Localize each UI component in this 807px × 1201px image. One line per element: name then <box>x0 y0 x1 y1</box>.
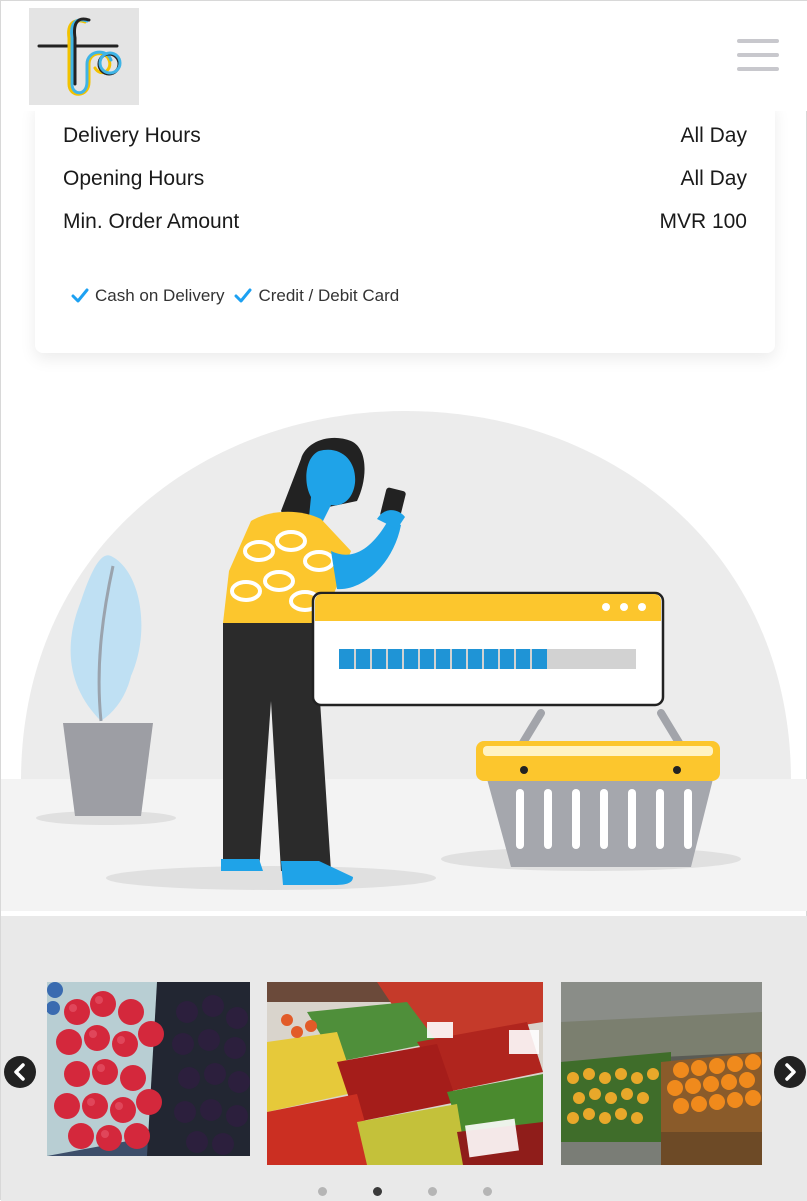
carousel-next-button[interactable] <box>774 1056 806 1088</box>
payment-methods: Cash on Delivery Credit / Debit Card <box>71 284 409 308</box>
payment-card: Credit / Debit Card <box>234 286 399 306</box>
payment-cash: Cash on Delivery <box>71 286 224 306</box>
checkmark-icon <box>234 288 252 303</box>
site-logo[interactable] <box>29 8 139 105</box>
checkmark-icon <box>71 288 89 303</box>
chevron-left-icon <box>14 1063 25 1081</box>
site-header <box>1 1 807 111</box>
payment-cash-label: Cash on Delivery <box>95 286 225 305</box>
payment-card-label: Credit / Debit Card <box>258 286 400 305</box>
delivery-hours-value: All Day <box>680 124 747 147</box>
carousel-prev-button[interactable] <box>4 1056 36 1088</box>
min-order-label: Min. Order Amount <box>63 210 240 233</box>
slide-fruit-stall[interactable] <box>561 982 762 1165</box>
hamburger-menu-icon[interactable] <box>734 37 782 73</box>
delivery-hours-row: Delivery Hours All Day <box>63 124 747 154</box>
carousel-dot[interactable] <box>483 1187 492 1196</box>
shopping-illustration <box>1 401 807 911</box>
slide-raspberries-blackberries[interactable] <box>47 982 250 1156</box>
raspberries-blackberries-photo <box>47 982 250 1156</box>
min-order-row: Min. Order Amount MVR 100 <box>63 210 747 240</box>
min-order-value: MVR 100 <box>659 210 747 233</box>
carousel-pagination <box>1 1187 807 1197</box>
opening-hours-label: Opening Hours <box>63 167 205 190</box>
store-info-card: Delivery Hours All Day Opening Hours All… <box>35 101 775 353</box>
product-gallery-carousel <box>1 916 807 1201</box>
peppers-market-photo <box>267 982 543 1165</box>
carousel-dot[interactable] <box>318 1187 327 1196</box>
opening-hours-value: All Day <box>680 167 747 190</box>
carousel-dot[interactable] <box>428 1187 437 1196</box>
chevron-right-icon <box>785 1063 796 1081</box>
slide-peppers-market[interactable] <box>267 982 543 1165</box>
carousel-dot[interactable] <box>373 1187 382 1196</box>
delivery-hours-label: Delivery Hours <box>63 124 201 147</box>
fruit-stall-photo <box>561 982 762 1165</box>
opening-hours-row: Opening Hours All Day <box>63 167 747 197</box>
